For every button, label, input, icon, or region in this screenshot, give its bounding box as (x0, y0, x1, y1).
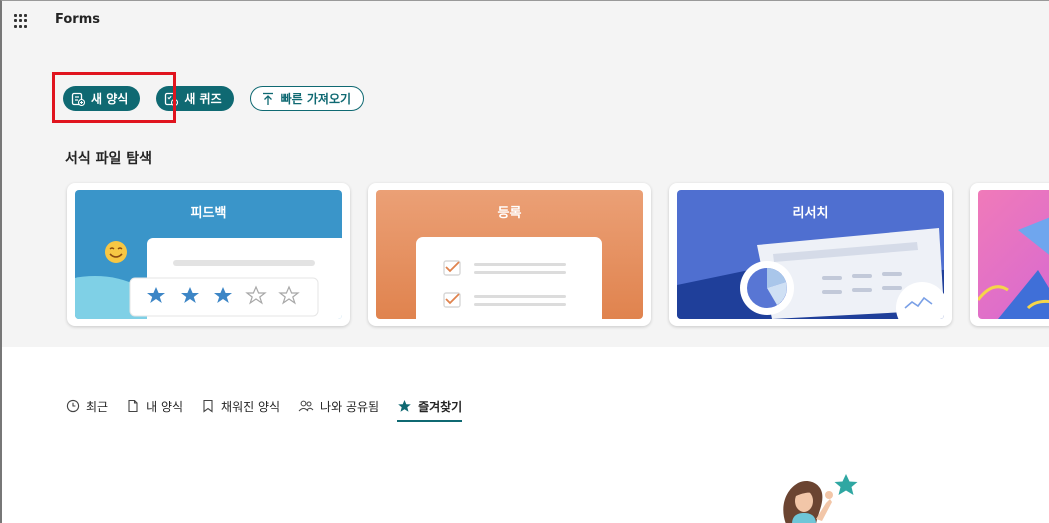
new-quiz-button[interactable]: 새 퀴즈 (156, 86, 234, 111)
registration-illustration: 등록 (376, 190, 643, 319)
bookmark-icon (203, 399, 213, 413)
clock-icon (66, 399, 80, 413)
new-form-label: 새 양식 (91, 92, 129, 106)
feedback-illustration: 피드백 (75, 190, 342, 319)
document-icon (128, 399, 138, 413)
card-label-feedback: 피드백 (190, 206, 227, 221)
tab-my-forms[interactable]: 내 양식 (126, 395, 183, 417)
tab-label-favorites: 즐겨찾기 (418, 399, 463, 414)
tab-label-my-forms: 내 양식 (146, 399, 184, 414)
action-buttons: 새 양식 새 퀴즈 빠른 가져오기 (63, 86, 365, 111)
app-title: Forms (55, 12, 100, 27)
new-quiz-label: 새 퀴즈 (184, 92, 222, 106)
template-card-4[interactable] (970, 183, 1049, 326)
tab-label-shared-with-me: 나와 공유됨 (320, 399, 380, 414)
forms-tabs: 최근 내 양식 채워진 양식 나와 공유됨 즐겨찾기 (66, 395, 480, 422)
content-area (2, 347, 1049, 523)
tab-recent[interactable]: 최근 (66, 395, 108, 417)
upload-icon (261, 92, 275, 106)
empty-state-illustration (783, 474, 858, 523)
template-card-feedback[interactable]: 피드백 (67, 183, 350, 326)
tab-filled-forms[interactable]: 채워진 양식 (201, 395, 280, 417)
header-area: Forms 새 양식 새 퀴즈 빠른 가져오기 서식 파일 탐색 피드백 등록 … (2, 1, 1049, 347)
template-card-registration[interactable]: 등록 (368, 183, 651, 326)
templates-section-title: 서식 파일 탐색 (65, 151, 153, 167)
research-illustration: 리서치 (677, 190, 944, 319)
new-form-button[interactable]: 새 양식 (63, 86, 141, 111)
quick-import-button[interactable]: 빠른 가져오기 (249, 86, 365, 111)
template-card-research[interactable]: 리서치 (669, 183, 952, 326)
app-frame: Forms 새 양식 새 퀴즈 빠른 가져오기 서식 파일 탐색 피드백 등록 … (0, 0, 1049, 523)
people-icon (298, 400, 314, 412)
tab-shared-with-me[interactable]: 나와 공유됨 (298, 395, 379, 417)
quick-import-label: 빠른 가져오기 (280, 92, 352, 106)
tab-label-filled-forms: 채워진 양식 (221, 399, 281, 414)
card-label-registration: 등록 (497, 206, 522, 221)
tab-label-recent: 최근 (86, 399, 109, 414)
app-launcher-icon[interactable] (14, 14, 28, 28)
tab-favorites[interactable]: 즐겨찾기 (397, 395, 463, 422)
card-label-research: 리서치 (792, 206, 829, 221)
form-icon (71, 92, 85, 106)
quiz-icon (164, 92, 179, 106)
template-4-illustration (978, 190, 1049, 319)
star-icon (398, 400, 411, 412)
